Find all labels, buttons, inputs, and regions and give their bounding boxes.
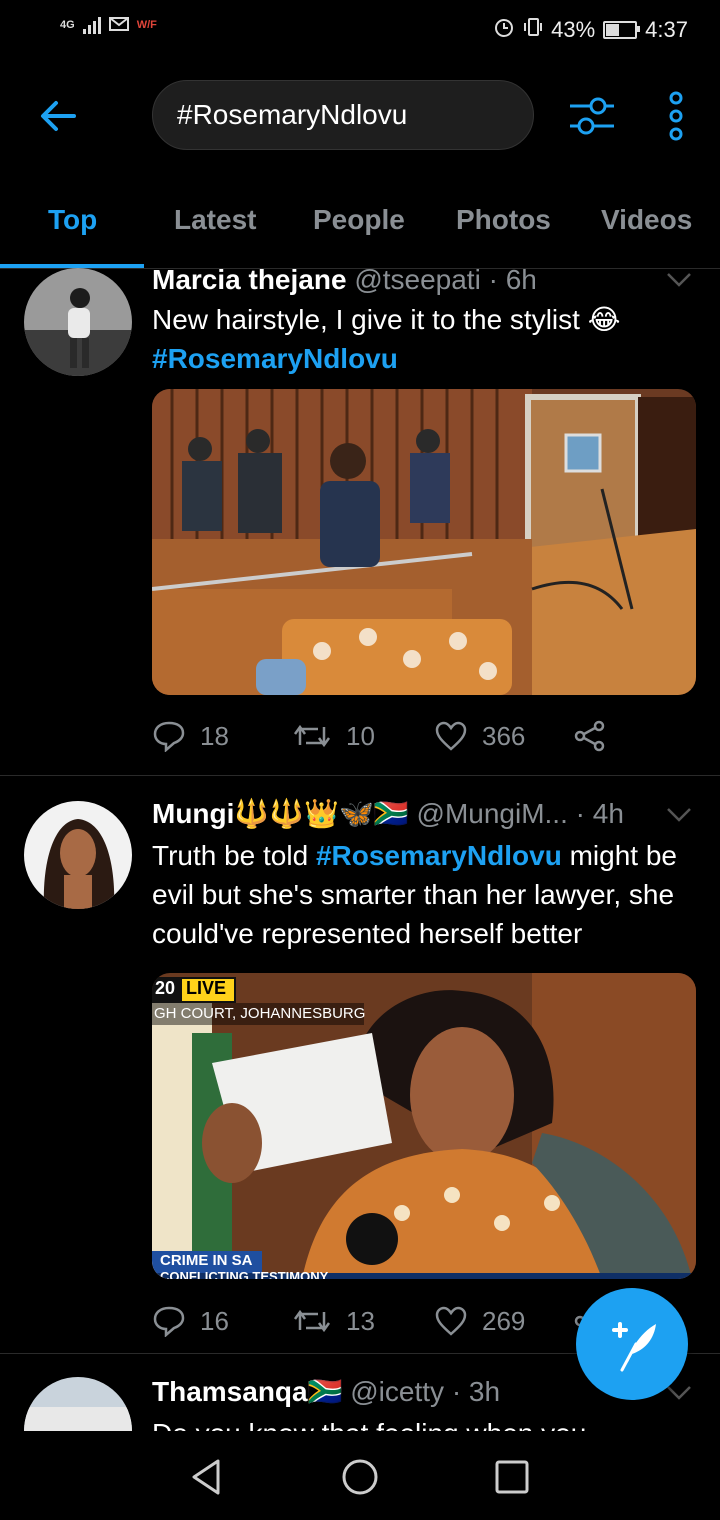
- heart-icon: [435, 721, 467, 751]
- search-input[interactable]: #RosemaryNdlovu: [152, 80, 534, 150]
- like-count: 366: [482, 720, 526, 751]
- tweet-header: Thamsanqa🇿🇦 @icetty · 3h: [152, 1375, 500, 1408]
- avatar[interactable]: [24, 801, 132, 909]
- top-bar: #RosemaryNdlovu: [0, 78, 720, 156]
- tweet-header: Mungi🔱🔱👑🦋🇿🇦 @MungiM... · 4h: [152, 797, 624, 830]
- battery-percent: 43%: [551, 17, 596, 42]
- battery-icon: [603, 21, 641, 39]
- avatar[interactable]: [24, 268, 132, 376]
- tweet-time: 4h: [592, 798, 624, 829]
- tweet-text: New hairstyle, I give it to the stylist …: [152, 300, 697, 378]
- avatar[interactable]: [24, 1377, 132, 1431]
- status-left: 4G W/F: [60, 16, 157, 34]
- wifi-icon: W/F: [136, 19, 157, 31]
- more-options-icon[interactable]: [662, 90, 690, 142]
- like-count: 269: [482, 1305, 526, 1336]
- status-right: 43% 4:37: [493, 16, 688, 44]
- like-button[interactable]: 269: [434, 1306, 574, 1337]
- live-badge: LIVE: [186, 978, 227, 998]
- retweet-count: 10: [346, 720, 375, 751]
- tab-photos[interactable]: Photos: [456, 204, 551, 236]
- tweet-text: Do you know that feeling when you: [152, 1414, 697, 1431]
- search-filter-icon[interactable]: [566, 94, 618, 138]
- retweet-button[interactable]: 13: [292, 1306, 434, 1337]
- compose-tweet-button[interactable]: [576, 1288, 688, 1400]
- tweet-feed[interactable]: Marcia thejane @tseepati · 6h New hairst…: [0, 268, 720, 1431]
- author-name[interactable]: Thamsanqa🇿🇦: [152, 1376, 342, 1407]
- signal-icon: [82, 16, 101, 34]
- alarm-icon: [493, 16, 515, 44]
- tweet-video-frame[interactable]: 20 LIVE GH COURT, JOHANNESBURG CRIME IN …: [152, 973, 696, 1279]
- retweet-count: 13: [346, 1305, 375, 1336]
- separator-dot: ·: [575, 798, 585, 829]
- hashtag-link[interactable]: #RosemaryNdlovu: [152, 343, 398, 374]
- search-query: #RosemaryNdlovu: [177, 99, 408, 130]
- broadcast-location: GH COURT, JOHANNESBURG: [154, 1005, 366, 1022]
- separator-dot: ·: [451, 1376, 462, 1407]
- network-type: 4G: [60, 19, 75, 31]
- retweet-icon: [293, 1309, 331, 1333]
- separator-dot: ·: [488, 268, 498, 295]
- reply-count: 18: [200, 720, 229, 751]
- tweet-photo[interactable]: [152, 389, 696, 695]
- tweet-actions: 18 10 366: [152, 716, 652, 756]
- tab-top[interactable]: Top: [48, 204, 97, 236]
- tweet-body: Truth be told: [152, 840, 316, 871]
- status-bar: 4G W/F 43% 4:37: [0, 0, 720, 60]
- compose-feather-icon: [612, 1322, 656, 1372]
- tweet-item[interactable]: Mungi🔱🔱👑🦋🇿🇦 @MungiM... · 4h Truth be tol…: [0, 775, 720, 1354]
- reply-count: 16: [200, 1305, 229, 1336]
- reply-button[interactable]: 18: [152, 720, 292, 752]
- author-handle: @tseepati: [354, 268, 481, 295]
- chevron-down-icon[interactable]: [666, 807, 692, 823]
- search-tabs: Top Latest People Photos Videos: [0, 186, 720, 269]
- retweet-icon: [293, 724, 331, 748]
- reply-button[interactable]: 16: [152, 1305, 292, 1337]
- tab-latest[interactable]: Latest: [174, 204, 256, 236]
- reply-icon: [153, 721, 185, 752]
- tweet-text: Truth be told #RosemaryNdlovu might be e…: [152, 836, 697, 953]
- hashtag-link[interactable]: #RosemaryNdlovu: [316, 840, 562, 871]
- tweet-item[interactable]: Marcia thejane @tseepati · 6h New hairst…: [0, 268, 720, 776]
- share-icon: [574, 720, 605, 752]
- vibrate-icon: [523, 16, 543, 44]
- share-button[interactable]: [574, 720, 606, 752]
- broadcast-segment: CRIME IN SA: [160, 1252, 253, 1269]
- nav-recents-icon[interactable]: [494, 1459, 530, 1500]
- retweet-button[interactable]: 10: [292, 721, 434, 752]
- nav-home-icon[interactable]: [340, 1457, 380, 1502]
- live-channel-number: 20: [155, 978, 176, 998]
- like-button[interactable]: 366: [434, 721, 574, 752]
- tweet-header: Marcia thejane @tseepati · 6h: [152, 268, 537, 296]
- heart-icon: [435, 1306, 467, 1336]
- tab-videos[interactable]: Videos: [601, 204, 692, 236]
- chevron-down-icon[interactable]: [666, 272, 692, 288]
- author-handle: @MungiM...: [416, 798, 568, 829]
- author-name[interactable]: Mungi🔱🔱👑🦋🇿🇦: [152, 798, 409, 829]
- back-arrow-icon[interactable]: [36, 94, 80, 138]
- tab-people[interactable]: People: [313, 204, 405, 236]
- nav-back-icon[interactable]: [188, 1457, 224, 1502]
- tweet-body: New hairstyle, I give it to the stylist …: [152, 304, 621, 335]
- broadcast-ticker: CONFLICTING TESTIMONY: [160, 1269, 329, 1279]
- mail-icon: [108, 16, 129, 34]
- author-handle: @icetty: [350, 1376, 445, 1407]
- tweet-time: 3h: [468, 1376, 501, 1407]
- reply-icon: [153, 1306, 185, 1337]
- author-name[interactable]: Marcia thejane: [152, 268, 347, 295]
- clock: 4:37: [645, 17, 688, 42]
- tweet-time: 6h: [505, 268, 537, 295]
- system-nav-bar: [0, 1431, 720, 1520]
